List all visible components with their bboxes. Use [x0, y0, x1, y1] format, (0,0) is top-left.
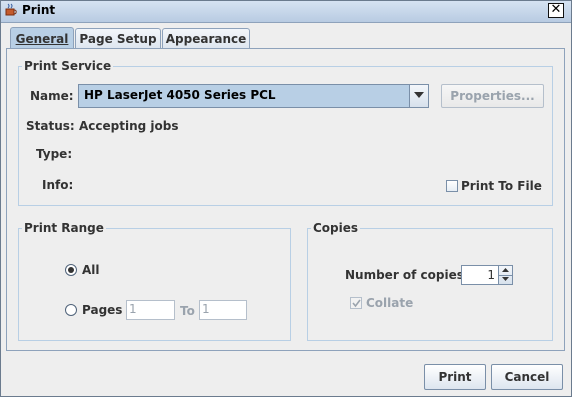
checkmark-icon [352, 299, 361, 308]
cancel-button[interactable]: Cancel [491, 364, 563, 390]
pages-from-field[interactable]: 1 [126, 300, 175, 320]
title-bar[interactable] [1, 1, 571, 23]
status-label: Status: [26, 119, 75, 133]
window-title: Print [22, 3, 56, 17]
number-of-copies-label: Number of copies: [345, 268, 469, 282]
pages-label[interactable]: Pages [82, 303, 122, 317]
tab-page-setup-label: Page Setup [79, 32, 157, 46]
chevron-down-icon [502, 277, 509, 281]
chevron-up-icon [502, 268, 509, 272]
collate-label[interactable]: Collate [366, 296, 413, 310]
tab-appearance[interactable]: Appearance [162, 28, 250, 49]
chevron-down-icon [414, 92, 424, 98]
printer-selected-value: HP LaserJet 4050 Series PCL [84, 88, 276, 102]
info-label: Info: [42, 178, 74, 192]
close-button[interactable]: ✕ [548, 3, 564, 18]
to-label: To [180, 304, 195, 318]
close-icon: ✕ [550, 2, 562, 17]
print-to-file-label[interactable]: Print To File [461, 179, 542, 193]
properties-button[interactable]: Properties... [441, 84, 544, 108]
radio-selected-dot [68, 267, 74, 273]
copies-spinner[interactable] [499, 265, 513, 285]
print-range-legend: Print Range [22, 221, 106, 235]
all-label[interactable]: All [82, 263, 100, 277]
name-label: Name: [30, 89, 74, 103]
all-radio[interactable] [65, 264, 77, 276]
pages-to-field[interactable]: 1 [199, 300, 247, 320]
status-value: Accepting jobs [79, 119, 179, 133]
tab-page-setup[interactable]: Page Setup [75, 28, 161, 49]
print-to-file-checkbox[interactable] [446, 180, 458, 192]
tab-general[interactable]: General [10, 27, 74, 50]
print-button[interactable]: Print [424, 364, 486, 390]
java-cup-icon [5, 3, 17, 16]
tab-appearance-label: Appearance [165, 32, 247, 46]
spinner-down-button[interactable] [499, 275, 512, 284]
print-service-legend: Print Service [22, 59, 114, 73]
type-label: Type: [36, 147, 73, 161]
combobox-arrow-button[interactable] [409, 85, 428, 107]
copies-group [307, 228, 553, 341]
pages-radio[interactable] [65, 304, 77, 316]
copies-legend: Copies [311, 221, 361, 235]
tab-general-label: General [15, 32, 69, 46]
copies-input[interactable]: 1 [461, 265, 499, 285]
print-range-group [18, 228, 291, 341]
collate-checkbox[interactable] [350, 297, 362, 309]
